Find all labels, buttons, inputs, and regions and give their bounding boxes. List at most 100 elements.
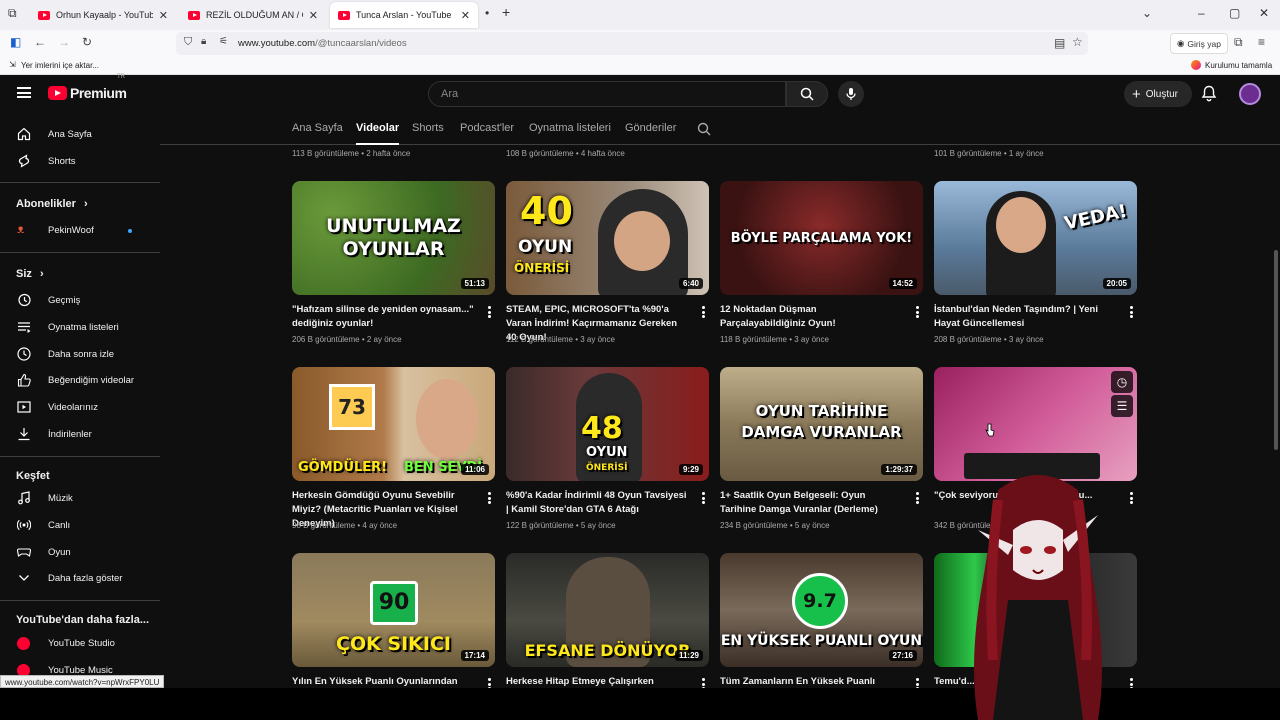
tab-playlists[interactable]: Oynatma listeleri [529, 122, 611, 134]
import-bookmarks-link[interactable]: Yer imlerini içe aktar... [21, 61, 99, 70]
video-title[interactable]: "Hafızam silinse de yeniden oynasam..." … [292, 303, 476, 331]
video-thumbnail[interactable]: VEDA! 20:05 [934, 181, 1137, 295]
video-thumbnail[interactable]: 40 OYUN ÖNERİSİ 6:40 [506, 181, 709, 295]
search-button[interactable] [786, 81, 828, 107]
score-circle: 9.7 [792, 573, 848, 629]
more-options-icon[interactable] [488, 492, 492, 504]
bookmark-star-icon[interactable]: ☆ [1072, 35, 1083, 49]
tab-home[interactable]: Ana Sayfa [292, 122, 343, 134]
back-icon[interactable]: ← [34, 35, 46, 49]
lock-icon[interactable]: 🔒︎ [201, 36, 206, 47]
permissions-icon[interactable]: ⚟ [219, 36, 228, 47]
browser-tab-3[interactable]: Tunca Arslan - YouTube ✕ [330, 2, 478, 28]
video-title[interactable]: Tüm Zamanların En Yüksek Puanlı Oyunu! [720, 675, 904, 689]
video-meta: 98 B görüntüleme • 4 ay önce [292, 521, 398, 530]
extensions-icon[interactable]: ⧉ [1234, 35, 1243, 50]
notifications-bell-icon[interactable] [1201, 85, 1217, 102]
video-thumbnail[interactable]: 90 ÇOK SIKICI 17:14 [292, 553, 495, 667]
forward-icon[interactable]: → [58, 35, 70, 49]
watch-later-icon[interactable]: ◷ [1111, 371, 1133, 393]
sidebar-item-live[interactable]: Canlı [0, 512, 160, 538]
channel-search-icon[interactable] [697, 122, 711, 136]
hamburger-menu-icon[interactable] [17, 87, 31, 98]
sidebar-item-downloads[interactable]: İndirilenler [0, 421, 160, 447]
more-options-icon[interactable] [702, 306, 706, 318]
video-thumbnail[interactable]: EFSANE DÖNÜYOR 11:29 [506, 553, 709, 667]
video-thumbnail[interactable]: UNUTULMAZ OYUNLAR 51:13 [292, 181, 495, 295]
video-thumbnail[interactable]: 48 OYUN ÖNERİSİ 9:29 [506, 367, 709, 481]
sidebar-item-show-more[interactable]: Daha fazla göster [0, 565, 160, 591]
more-options-icon[interactable] [1130, 492, 1134, 504]
microphone-icon [846, 88, 856, 100]
tab-list-icon[interactable]: ⧉ [8, 6, 17, 21]
window-close-icon[interactable]: ✕ [1259, 6, 1269, 20]
video-title[interactable]: 12 Noktadan Düşman Parçalayabildiğiniz O… [720, 303, 904, 331]
menu-icon[interactable]: ≡ [1258, 35, 1265, 49]
video-meta: 112 B görüntüleme • 3 ay önce [506, 335, 615, 344]
avatar[interactable] [1239, 83, 1261, 105]
sidebar-item-shorts[interactable]: Shorts [0, 148, 160, 174]
you-heading[interactable]: Siz › [16, 268, 44, 280]
chevron-down-icon[interactable]: ⌄ [1142, 6, 1152, 20]
address-bar[interactable]: ⛉ 🔒︎ ⚟ www.youtube.com/@tuncaarslan/vide… [176, 32, 1088, 55]
sidebar-item-music[interactable]: Müzik [0, 485, 160, 511]
browser-tab-2[interactable]: REZİL OLDUĞUM AN / CNN MA ✕ [180, 2, 326, 28]
sidebar-item-your-videos[interactable]: Videolarınız [0, 394, 160, 420]
video-thumbnail[interactable]: OYUN TARİHİNE DAMGA VURANLAR 1:29:37 [720, 367, 923, 481]
minimize-icon[interactable]: – [1198, 6, 1205, 20]
more-options-icon[interactable] [702, 492, 706, 504]
sidebar-item-label: Ana Sayfa [48, 128, 92, 140]
close-icon[interactable]: ✕ [461, 9, 470, 22]
sidebar-toggle-icon[interactable]: ◧ [10, 35, 21, 49]
sidebar-item-watch-later[interactable]: Daha sonra izle [0, 341, 160, 367]
sidebar-item-home[interactable]: Ana Sayfa [0, 121, 160, 147]
sidebar-item-gaming[interactable]: Oyun [0, 539, 160, 565]
browser-nav-bar: ◧ ← → ↻ ⛉ 🔒︎ ⚟ www.youtube.com/@tuncaars… [0, 30, 1280, 57]
sidebar-item-history[interactable]: Geçmiş [0, 287, 160, 313]
tab-podcasts[interactable]: Podcast'ler [460, 122, 514, 134]
tab-videos[interactable]: Videolar [356, 122, 400, 145]
voice-search-button[interactable] [838, 81, 864, 107]
close-icon[interactable]: ✕ [309, 9, 318, 22]
video-thumbnail[interactable]: BÖYLE PARÇALAMA YOK! 14:52 [720, 181, 923, 295]
sidebar-item-pekinwoof[interactable]: ᴥ PekinWoof [0, 217, 160, 243]
video-title[interactable]: %90'a Kadar İndirimli 48 Oyun Tavsiyesi … [506, 489, 690, 517]
video-title[interactable]: 1+ Saatlik Oyun Belgeseli: Oyun Tarihine… [720, 489, 904, 517]
sidebar-item-playlists[interactable]: Oynatma listeleri [0, 314, 160, 340]
more-options-icon[interactable] [916, 306, 920, 318]
sidebar-item-youtube-studio[interactable]: YouTube Studio [0, 630, 160, 656]
video-thumbnail[interactable]: 9.7 EN YÜKSEK PUANLI OYUN 27:16 [720, 553, 923, 667]
close-icon[interactable]: ✕ [159, 9, 168, 22]
more-options-icon[interactable] [488, 306, 492, 318]
video-thumbnail[interactable]: 73 GÖMDÜLER! BEN SEVDİ 11:06 [292, 367, 495, 481]
sign-in-button[interactable]: ◉ Giriş yap [1170, 33, 1228, 54]
create-button[interactable]: + Oluştur [1124, 81, 1192, 107]
logo-text: Premium [70, 85, 127, 101]
new-tab-icon[interactable]: + [502, 4, 510, 20]
search-input[interactable]: Ara [428, 81, 786, 107]
sidebar-item-liked-videos[interactable]: Beğendiğim videolar [0, 367, 160, 393]
subscriptions-heading[interactable]: Abonelikler › [16, 198, 88, 210]
home-icon [17, 127, 31, 141]
video-title[interactable]: İstanbul'dan Neden Taşındım? | Yeni Haya… [934, 303, 1118, 331]
search-icon [800, 87, 814, 101]
more-options-icon[interactable] [1130, 306, 1134, 318]
reader-view-icon[interactable]: ▤ [1054, 36, 1065, 50]
add-to-queue-icon[interactable]: ☰ [1111, 395, 1133, 417]
sidebar-item-label: Geçmiş [48, 294, 81, 306]
setup-complete-link[interactable]: Kurulumu tamamla [1205, 61, 1272, 70]
reload-icon[interactable]: ↻ [82, 35, 92, 49]
youtube-premium-logo[interactable]: Premium [48, 85, 127, 101]
maximize-icon[interactable]: ▢ [1229, 6, 1240, 20]
video-duration: 6:40 [678, 278, 703, 289]
sidebar-item-label: Beğendiğim videolar [48, 374, 135, 386]
tab-shorts[interactable]: Shorts [412, 122, 444, 134]
more-options-icon[interactable] [916, 492, 920, 504]
tab-posts[interactable]: Gönderiler [625, 122, 676, 134]
shield-icon[interactable]: ⛉ [184, 36, 192, 49]
music-icon [18, 491, 30, 505]
video-title[interactable]: Yılın En Yüksek Puanlı Oyunlarından Biri [292, 675, 476, 689]
browser-tab-1[interactable]: Orhun Kayaalp - YouTube ✕ [30, 2, 176, 28]
video-title[interactable]: Herkese Hitap Etmeye Çalışırken Kendini [506, 675, 690, 689]
page-scrollbar[interactable] [1274, 250, 1278, 450]
